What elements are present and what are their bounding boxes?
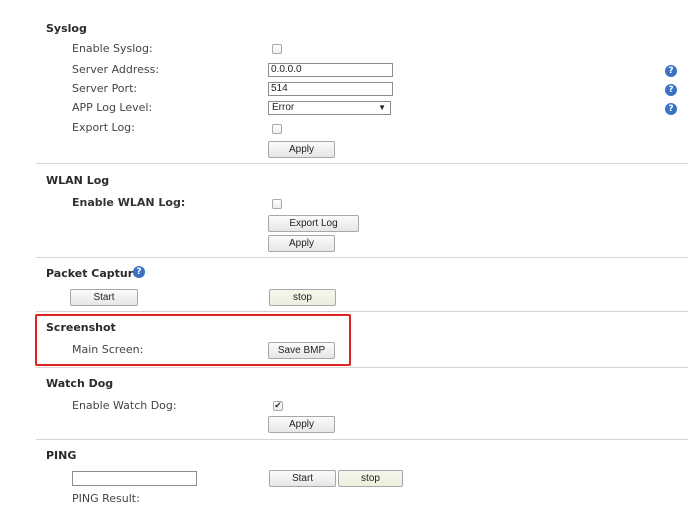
checkmark-icon: ✔ — [274, 401, 282, 411]
section-divider — [36, 257, 688, 258]
syslog-apply-button[interactable]: Apply — [268, 141, 335, 158]
export-log-label: Export Log: — [72, 121, 135, 134]
ping-result-label: PING Result: — [72, 492, 140, 505]
section-divider — [36, 311, 688, 312]
wlan-apply-button[interactable]: Apply — [268, 235, 335, 252]
section-title-syslog: Syslog — [46, 22, 87, 35]
packet-capture-stop-button[interactable]: stop — [269, 289, 336, 306]
server-address-input[interactable]: 0.0.0.0 — [268, 63, 393, 77]
question-mark-icon[interactable]: ? — [133, 266, 145, 278]
main-screen-label: Main Screen: — [72, 343, 144, 356]
server-port-label: Server Port: — [72, 82, 138, 95]
section-divider — [36, 439, 688, 440]
section-title-watch-dog: Watch Dog — [46, 377, 114, 390]
question-mark-icon[interactable]: ? — [665, 103, 677, 115]
server-port-input[interactable]: 514 — [268, 82, 393, 96]
enable-wlan-log-checkbox[interactable] — [272, 199, 282, 209]
ping-host-input[interactable] — [72, 471, 197, 486]
app-log-level-select[interactable]: Error ▼ — [268, 101, 391, 115]
section-divider — [36, 163, 688, 164]
ping-stop-button[interactable]: stop — [338, 470, 403, 487]
packet-capture-start-button[interactable]: Start — [70, 289, 138, 306]
enable-syslog-label: Enable Syslog: — [72, 42, 153, 55]
chevron-down-icon: ▼ — [378, 103, 386, 112]
section-title-screenshot: Screenshot — [46, 321, 116, 334]
section-title-wlan-log: WLAN Log — [46, 174, 110, 187]
watch-dog-apply-button[interactable]: Apply — [268, 416, 335, 433]
section-divider — [36, 367, 688, 368]
question-mark-icon[interactable]: ? — [665, 84, 677, 96]
debug-settings-page: Syslog Enable Syslog: Server Address: 0.… — [0, 0, 692, 511]
section-title-ping: PING — [46, 449, 77, 462]
server-address-label: Server Address: — [72, 63, 160, 76]
export-log-button[interactable]: Export Log — [268, 215, 359, 232]
save-bmp-button[interactable]: Save BMP — [268, 342, 335, 359]
enable-wlan-log-label: Enable WLAN Log: — [72, 196, 186, 209]
enable-syslog-checkbox[interactable] — [272, 44, 282, 54]
enable-watch-dog-label: Enable Watch Dog: — [72, 399, 177, 412]
section-title-packet-capture: Packet Capture — [46, 267, 141, 280]
enable-watch-dog-checkbox[interactable]: ✔ — [273, 401, 283, 411]
export-log-checkbox[interactable] — [272, 124, 282, 134]
app-log-level-value: Error — [272, 102, 295, 113]
question-mark-icon[interactable]: ? — [665, 65, 677, 77]
app-log-level-label: APP Log Level: — [72, 101, 153, 114]
ping-start-button[interactable]: Start — [269, 470, 336, 487]
